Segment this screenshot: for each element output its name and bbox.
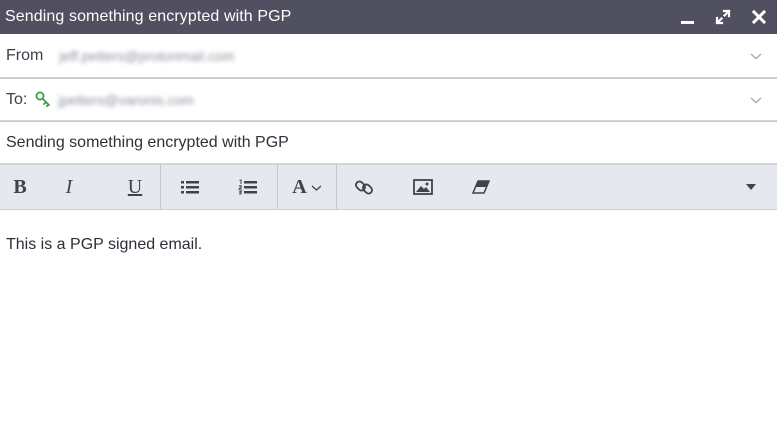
- window-controls: [669, 0, 777, 34]
- link-button[interactable]: [337, 165, 393, 209]
- expand-icon: [715, 9, 731, 25]
- eraser-icon: [471, 180, 491, 194]
- clear-formatting-button[interactable]: [453, 165, 509, 209]
- message-body[interactable]: This is a PGP signed email.: [6, 236, 202, 254]
- from-row[interactable]: From jeff.petters@protonmail.com: [0, 34, 777, 78]
- bold-button[interactable]: B: [0, 165, 40, 209]
- close-button[interactable]: [741, 0, 777, 34]
- minimize-icon: [680, 20, 694, 24]
- unordered-list-icon: [181, 181, 199, 194]
- close-icon: [752, 10, 766, 24]
- ordered-list-button[interactable]: [219, 165, 277, 209]
- expand-button[interactable]: [705, 0, 741, 34]
- chevron-down-icon[interactable]: [749, 95, 763, 105]
- subject-input[interactable]: Sending something encrypted with PGP: [0, 134, 289, 152]
- font-label: A: [292, 175, 307, 198]
- recipient-address[interactable]: jpetters@varonis.com: [58, 92, 194, 108]
- minimize-button[interactable]: [669, 0, 705, 34]
- key-icon: [34, 90, 52, 110]
- to-label: To:: [6, 90, 28, 108]
- subject-row[interactable]: Sending something encrypted with PGP: [0, 121, 777, 164]
- chevron-down-icon: [311, 185, 322, 191]
- underline-button[interactable]: U: [98, 165, 160, 209]
- to-row[interactable]: To: jpetters@varonis.com: [0, 78, 777, 121]
- from-address: jeff.petters@protonmail.com: [59, 47, 235, 64]
- link-icon: [355, 180, 373, 195]
- chevron-down-icon[interactable]: [749, 51, 763, 61]
- composer-title: Sending something encrypted with PGP: [5, 8, 292, 25]
- composer-titlebar: Sending something encrypted with PGP: [0, 0, 777, 34]
- insert-image-button[interactable]: [393, 165, 453, 209]
- from-label: From: [6, 46, 44, 64]
- unordered-list-button[interactable]: [161, 165, 219, 209]
- more-options-button[interactable]: [739, 165, 763, 209]
- image-icon: [413, 179, 433, 195]
- font-button[interactable]: A: [278, 165, 336, 209]
- more-options-icon: [746, 184, 756, 190]
- formatting-toolbar: B I U A: [0, 164, 777, 210]
- ordered-list-icon: [238, 179, 257, 195]
- italic-button[interactable]: I: [40, 165, 98, 209]
